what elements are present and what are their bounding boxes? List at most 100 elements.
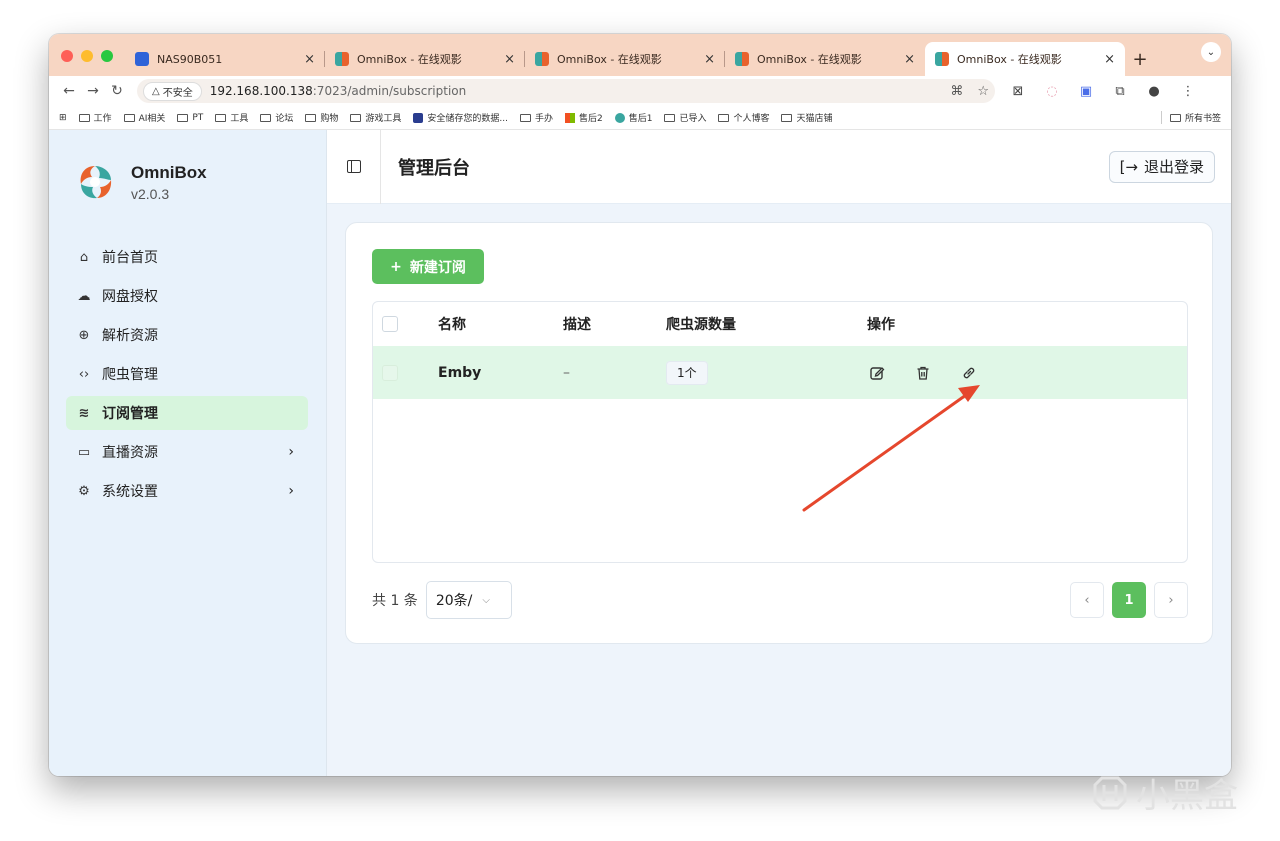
- bookmark-item[interactable]: 工作: [78, 111, 112, 124]
- bookmark-star-icon[interactable]: ☆: [977, 84, 989, 99]
- extension-icon[interactable]: ⊠: [1009, 84, 1027, 99]
- folder-icon: [1169, 113, 1181, 122]
- tab-close-icon[interactable]: ×: [704, 52, 715, 67]
- page-size-select[interactable]: 20条/ ⌵: [425, 581, 512, 619]
- bookmark-item[interactable]: 手办: [519, 111, 553, 124]
- security-chip[interactable]: △ 不安全: [143, 81, 202, 101]
- bookmark-item[interactable]: 安全储存您的数据...: [413, 111, 508, 124]
- select-all-checkbox[interactable]: [382, 316, 398, 332]
- watermark-text: 小黑盒: [1136, 776, 1238, 816]
- folder-icon: [664, 113, 676, 122]
- folder-icon: [123, 113, 135, 122]
- chevron-right-icon: ›: [288, 483, 294, 499]
- maximize-window-button[interactable]: [101, 50, 113, 62]
- sidebar-item-settings[interactable]: ⚙ 系统设置 ›: [66, 474, 308, 508]
- sidebar-item-parse-resources[interactable]: ⊕ 解析资源: [66, 318, 308, 352]
- extension-icon[interactable]: ◌: [1043, 84, 1061, 99]
- folder-icon: [781, 113, 793, 122]
- bookmark-item[interactable]: 已导入: [664, 111, 706, 124]
- browser-tab[interactable]: OmniBox - 在线观影 ×: [325, 42, 525, 76]
- subscription-card: + 新建订阅 名称 描述 爬虫源数量 操作 Emby – 1个 共 1 条 20…: [345, 222, 1213, 644]
- sidebar-item-label: 网盘授权: [102, 289, 158, 305]
- browser-tab[interactable]: OmniBox - 在线观影 ×: [725, 42, 925, 76]
- bookmark-item[interactable]: 购物: [305, 111, 338, 124]
- column-header-actions: 操作: [867, 317, 895, 333]
- omnibox-icon: [735, 52, 749, 66]
- row-name: Emby: [438, 364, 482, 381]
- logout-icon: [→: [1119, 157, 1138, 176]
- bookmark-label: 工具: [230, 114, 249, 124]
- sidebar-item-crawlers[interactable]: ‹› 爬虫管理: [66, 357, 308, 391]
- delete-icon[interactable]: [913, 363, 933, 383]
- column-header-description[interactable]: 描述: [563, 314, 591, 334]
- bookmark-label: 售后1: [628, 114, 653, 124]
- sidebar-item-label: 系统设置: [102, 484, 158, 500]
- main-content: 管理后台 [→ 退出登录 + 新建订阅 名称 描述 爬虫源数量 操作 Emby …: [327, 129, 1231, 776]
- page-size-value: 20条/: [435, 593, 473, 609]
- plus-icon: +: [390, 258, 402, 275]
- nas-icon: [135, 52, 149, 66]
- bookmark-label: 购物: [320, 114, 339, 124]
- tv-icon: ▭: [77, 444, 91, 460]
- page-button-current[interactable]: 1: [1112, 582, 1146, 618]
- back-icon[interactable]: ←: [57, 83, 81, 99]
- address-bar[interactable]: △ 不安全 192.168.100.138 :7023/admin/subscr…: [137, 79, 995, 103]
- forward-icon[interactable]: →: [81, 83, 105, 99]
- bookmark-item[interactable]: 售后2: [564, 111, 603, 124]
- extension-icon[interactable]: ▣: [1077, 84, 1095, 99]
- bookmark-label: 已导入: [679, 114, 707, 124]
- bookmark-item[interactable]: PT: [177, 113, 203, 123]
- table-row[interactable]: Emby – 1个: [373, 346, 1187, 399]
- tab-close-icon[interactable]: ×: [304, 52, 315, 67]
- app-version: v2.0.3: [131, 185, 170, 202]
- close-window-button[interactable]: [61, 50, 73, 62]
- link-icon[interactable]: [959, 363, 979, 383]
- logout-button[interactable]: [→ 退出登录: [1108, 150, 1215, 183]
- bookmark-item[interactable]: AI相关: [123, 111, 165, 124]
- sidebar-item-live[interactable]: ▭ 直播资源 ›: [66, 435, 308, 469]
- next-page-button[interactable]: ›: [1154, 582, 1188, 618]
- bookmark-item[interactable]: 论坛: [260, 111, 293, 124]
- bookmark-item[interactable]: 游戏工具: [350, 111, 401, 124]
- sidebar-item-home[interactable]: ⌂ 前台首页: [66, 240, 308, 274]
- tab-close-icon[interactable]: ×: [904, 52, 915, 67]
- column-header-count[interactable]: 爬虫源数量: [666, 314, 736, 334]
- menu-icon[interactable]: ⋮: [1179, 84, 1197, 99]
- row-checkbox[interactable]: [382, 364, 398, 381]
- apps-grid-icon[interactable]: ⊞: [59, 113, 67, 123]
- browser-tab-active[interactable]: OmniBox - 在线观影 ×: [925, 42, 1125, 76]
- tab-search-icon[interactable]: ⌄: [1201, 42, 1221, 62]
- new-tab-button[interactable]: +: [1125, 42, 1155, 76]
- edit-icon[interactable]: [867, 363, 887, 383]
- bookmark-item[interactable]: 天猫店铺: [781, 111, 833, 124]
- bookmark-item[interactable]: 售后1: [614, 111, 653, 124]
- crawler-count-badge: 1个: [666, 361, 708, 385]
- minimize-window-button[interactable]: [81, 50, 93, 62]
- sidebar-item-subscriptions[interactable]: ≋ 订阅管理: [66, 396, 308, 430]
- all-bookmarks[interactable]: 所有书签: [1160, 111, 1221, 124]
- reload-icon[interactable]: ↻: [105, 83, 129, 99]
- new-subscription-button[interactable]: + 新建订阅: [372, 249, 484, 284]
- logout-label: 退出登录: [1143, 158, 1204, 176]
- puzzle-icon[interactable]: ⧉: [1111, 84, 1129, 99]
- browser-tab[interactable]: NAS90B051 ×: [125, 42, 325, 76]
- code-icon: ‹›: [78, 366, 90, 382]
- profile-avatar[interactable]: ●: [1145, 84, 1163, 99]
- translate-icon[interactable]: ⌘: [950, 84, 963, 99]
- sidebar-toggle-button[interactable]: [327, 129, 381, 204]
- tab-title: OmniBox - 在线观影: [757, 53, 862, 66]
- omnibox-icon: [935, 52, 949, 66]
- browser-tab[interactable]: OmniBox - 在线观影 ×: [525, 42, 725, 76]
- bookmark-item[interactable]: 工具: [215, 111, 248, 124]
- extensions: ⊠ ◌ ▣ ⧉ ● ⋮: [1009, 84, 1197, 99]
- column-header-name[interactable]: 名称: [438, 314, 466, 334]
- page-header: 管理后台 [→ 退出登录: [327, 129, 1231, 204]
- app-name: OmniBox: [131, 162, 207, 182]
- tab-close-icon[interactable]: ×: [504, 52, 515, 67]
- pagination: ‹ 1 ›: [1070, 582, 1188, 618]
- bookmark-item[interactable]: 个人博客: [718, 111, 769, 124]
- prev-page-button[interactable]: ‹: [1070, 582, 1104, 618]
- sidebar-item-cloud-auth[interactable]: ☁ 网盘授权: [66, 279, 308, 313]
- tab-close-icon[interactable]: ×: [1104, 52, 1115, 67]
- page-title: 管理后台: [398, 157, 470, 179]
